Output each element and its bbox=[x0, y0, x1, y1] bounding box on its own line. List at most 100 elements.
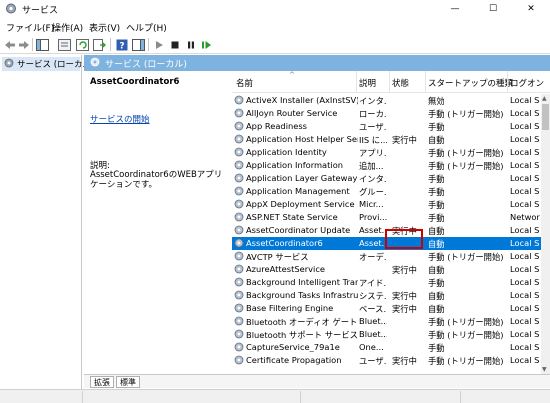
maximize-button[interactable]: ☐ bbox=[474, 0, 512, 18]
table-row[interactable]: Background Tasks Infrastruc...システ... 実行中 自… bbox=[232, 289, 542, 302]
service-description-cell: Bluet... bbox=[359, 316, 387, 326]
service-startup-cell: 手動 (トリガー開始) bbox=[428, 330, 504, 340]
table-row[interactable]: Base Filtering Engine ベース... 実行中 自動 Local S bbox=[232, 302, 542, 315]
play-icon[interactable] bbox=[152, 38, 165, 51]
service-gear-icon bbox=[234, 264, 244, 274]
service-description-cell: Bluet... bbox=[359, 329, 387, 339]
column-divider[interactable] bbox=[389, 71, 390, 93]
table-row[interactable]: Application Identity アプリ... 手動 (トリガー開始) Loc… bbox=[232, 146, 542, 159]
back-icon[interactable] bbox=[3, 38, 16, 51]
service-logon-cell: Local S bbox=[510, 342, 540, 352]
column-header-startup-type[interactable]: スタートアップの種類 bbox=[428, 77, 513, 89]
status-bar-divider bbox=[300, 391, 301, 403]
show-console-tree-icon[interactable] bbox=[36, 38, 49, 51]
service-name-cell: ActiveX Installer (AxInstSV) bbox=[246, 95, 358, 105]
vertical-scrollbar[interactable]: ▲ ▼ bbox=[541, 94, 550, 374]
service-name-cell: AppX Deployment Service (... bbox=[246, 199, 358, 209]
service-gear-icon bbox=[234, 329, 244, 339]
show-action-pane-icon[interactable] bbox=[132, 38, 145, 51]
table-row[interactable]: App Readiness ユーザ... 手動 Local S bbox=[232, 120, 542, 133]
service-description-cell: Asset... bbox=[359, 238, 387, 248]
table-row[interactable]: AVCTP サービス オーデ... 手動 (トリガー開始) Local S bbox=[232, 250, 542, 263]
service-logon-cell: Local S bbox=[510, 277, 540, 287]
service-startup-cell: 手動 (トリガー開始) bbox=[428, 356, 504, 366]
table-row[interactable]: Application Information 追加... 手動 (トリガー開始) L… bbox=[232, 159, 542, 172]
menu-file[interactable]: ファイル(F) bbox=[6, 21, 54, 34]
list-header: ^ 名前 説明 状態 スタートアップの種類 ログオン bbox=[232, 71, 550, 93]
help-icon[interactable]: ? bbox=[115, 38, 128, 51]
service-logon-cell: Local S bbox=[510, 173, 540, 183]
menu-view[interactable]: 表示(V) bbox=[89, 21, 120, 34]
menu-action[interactable]: 操作(A) bbox=[52, 21, 83, 34]
forward-icon[interactable] bbox=[17, 38, 30, 51]
scroll-down-icon[interactable]: ▼ bbox=[542, 366, 547, 373]
service-name-cell: AssetCoordinator6 bbox=[246, 238, 323, 248]
service-description-cell: インタ... bbox=[359, 96, 387, 106]
service-gear-icon bbox=[234, 95, 244, 105]
service-description-cell: アプリ... bbox=[359, 148, 387, 158]
menu-bar: ファイル(F) 操作(A) 表示(V) ヘルプ(H) bbox=[0, 18, 550, 35]
menu-help[interactable]: ヘルプ(H) bbox=[126, 21, 167, 34]
service-name-cell: Base Filtering Engine bbox=[246, 303, 334, 313]
service-startup-cell: 手動 bbox=[428, 187, 445, 197]
start-service-link[interactable]: サービスの開始 bbox=[90, 113, 150, 125]
service-logon-cell: Local S bbox=[510, 147, 540, 157]
service-startup-cell: 手動 bbox=[428, 200, 445, 210]
status-bar-divider bbox=[460, 391, 461, 403]
toolbar-separator bbox=[110, 38, 111, 51]
service-name-cell: App Readiness bbox=[246, 121, 308, 131]
sort-ascending-icon: ^ bbox=[289, 71, 295, 79]
column-header-status[interactable]: 状態 bbox=[392, 77, 409, 89]
table-row[interactable]: AppX Deployment Service (... Micr... 手動 Loc… bbox=[232, 198, 542, 211]
column-header-name[interactable]: 名前 bbox=[236, 77, 253, 89]
service-description-cell: インタ... bbox=[359, 174, 387, 184]
table-row[interactable]: Certificate Propagation ユーザ... 実行中 手動 (トリガー… bbox=[232, 354, 542, 367]
service-startup-cell: 自動 bbox=[428, 239, 445, 249]
refresh-icon[interactable] bbox=[76, 38, 89, 51]
service-gear-icon bbox=[234, 251, 244, 261]
stop-icon[interactable] bbox=[168, 38, 181, 51]
service-description-cell: ユーザ... bbox=[359, 122, 387, 132]
column-divider[interactable] bbox=[425, 71, 426, 93]
table-row[interactable]: Application Host Helper Ser... IIS に... 実行… bbox=[232, 133, 542, 146]
service-logon-cell: Local S bbox=[510, 160, 540, 170]
pause-icon[interactable] bbox=[184, 38, 197, 51]
service-gear-icon bbox=[234, 108, 244, 118]
table-row[interactable]: ActiveX Installer (AxInstSV)インタ... 無効 Loca… bbox=[232, 94, 542, 107]
table-row[interactable]: CaptureService_79a1e One... 手動 Local S bbox=[232, 341, 542, 354]
tab-standard[interactable]: 標準 bbox=[116, 376, 140, 388]
column-header-description[interactable]: 説明 bbox=[359, 77, 376, 89]
service-description-cell: One... bbox=[359, 342, 384, 352]
service-startup-cell: 手動 (トリガー開始) bbox=[428, 161, 504, 171]
close-button[interactable]: ✕ bbox=[512, 0, 550, 18]
scrollbar-thumb[interactable] bbox=[542, 104, 549, 130]
export-list-icon[interactable] bbox=[93, 38, 106, 51]
gear-icon bbox=[4, 58, 14, 71]
table-row[interactable]: Bluetooth サポート サービス Bluet... 手動 (トリガー開始) Lo… bbox=[232, 328, 542, 341]
restart-icon[interactable] bbox=[200, 38, 213, 51]
service-status-cell: 実行中 bbox=[392, 356, 417, 366]
tree-node-services-local[interactable]: サービス (ローカル) bbox=[2, 57, 94, 71]
properties-icon[interactable] bbox=[58, 38, 71, 51]
scroll-up-icon[interactable]: ▲ bbox=[542, 95, 547, 102]
table-row[interactable]: ASP.NET State Service Provi... 手動 Networ bbox=[232, 211, 542, 224]
column-divider[interactable] bbox=[507, 71, 508, 93]
column-divider[interactable] bbox=[356, 71, 357, 93]
title-bar: サービス — ☐ ✕ bbox=[0, 0, 550, 18]
service-gear-icon bbox=[234, 225, 244, 235]
table-row[interactable]: AllJoyn Router Service ローカ... 手動 (トリガー開始) L… bbox=[232, 107, 542, 120]
column-header-logon[interactable]: ログオン bbox=[510, 77, 544, 89]
table-row[interactable]: Application Management グルー... 手動 Local S bbox=[232, 185, 542, 198]
table-row[interactable]: AzureAttestService 実行中 自動 Local S bbox=[232, 263, 542, 276]
table-row[interactable]: Bluetooth オーディオ ゲートウェ...Bluet... 手動 (トリガー… bbox=[232, 315, 542, 328]
table-row[interactable]: Background Intelligent Tran...アイド... 手動 Lo… bbox=[232, 276, 542, 289]
service-name-cell: AssetCoordinator Update bbox=[246, 225, 351, 235]
service-gear-icon bbox=[234, 316, 244, 326]
table-row[interactable]: Application Layer Gateway ...インタ... 手動 Loc… bbox=[232, 172, 542, 185]
service-startup-cell: 自動 bbox=[428, 135, 445, 145]
service-logon-cell: Local S bbox=[510, 238, 540, 248]
services-app-icon bbox=[5, 3, 17, 14]
minimize-button[interactable]: — bbox=[436, 0, 474, 18]
service-status-cell: 実行中 bbox=[392, 304, 417, 314]
tab-extended[interactable]: 拡張 bbox=[90, 376, 114, 388]
